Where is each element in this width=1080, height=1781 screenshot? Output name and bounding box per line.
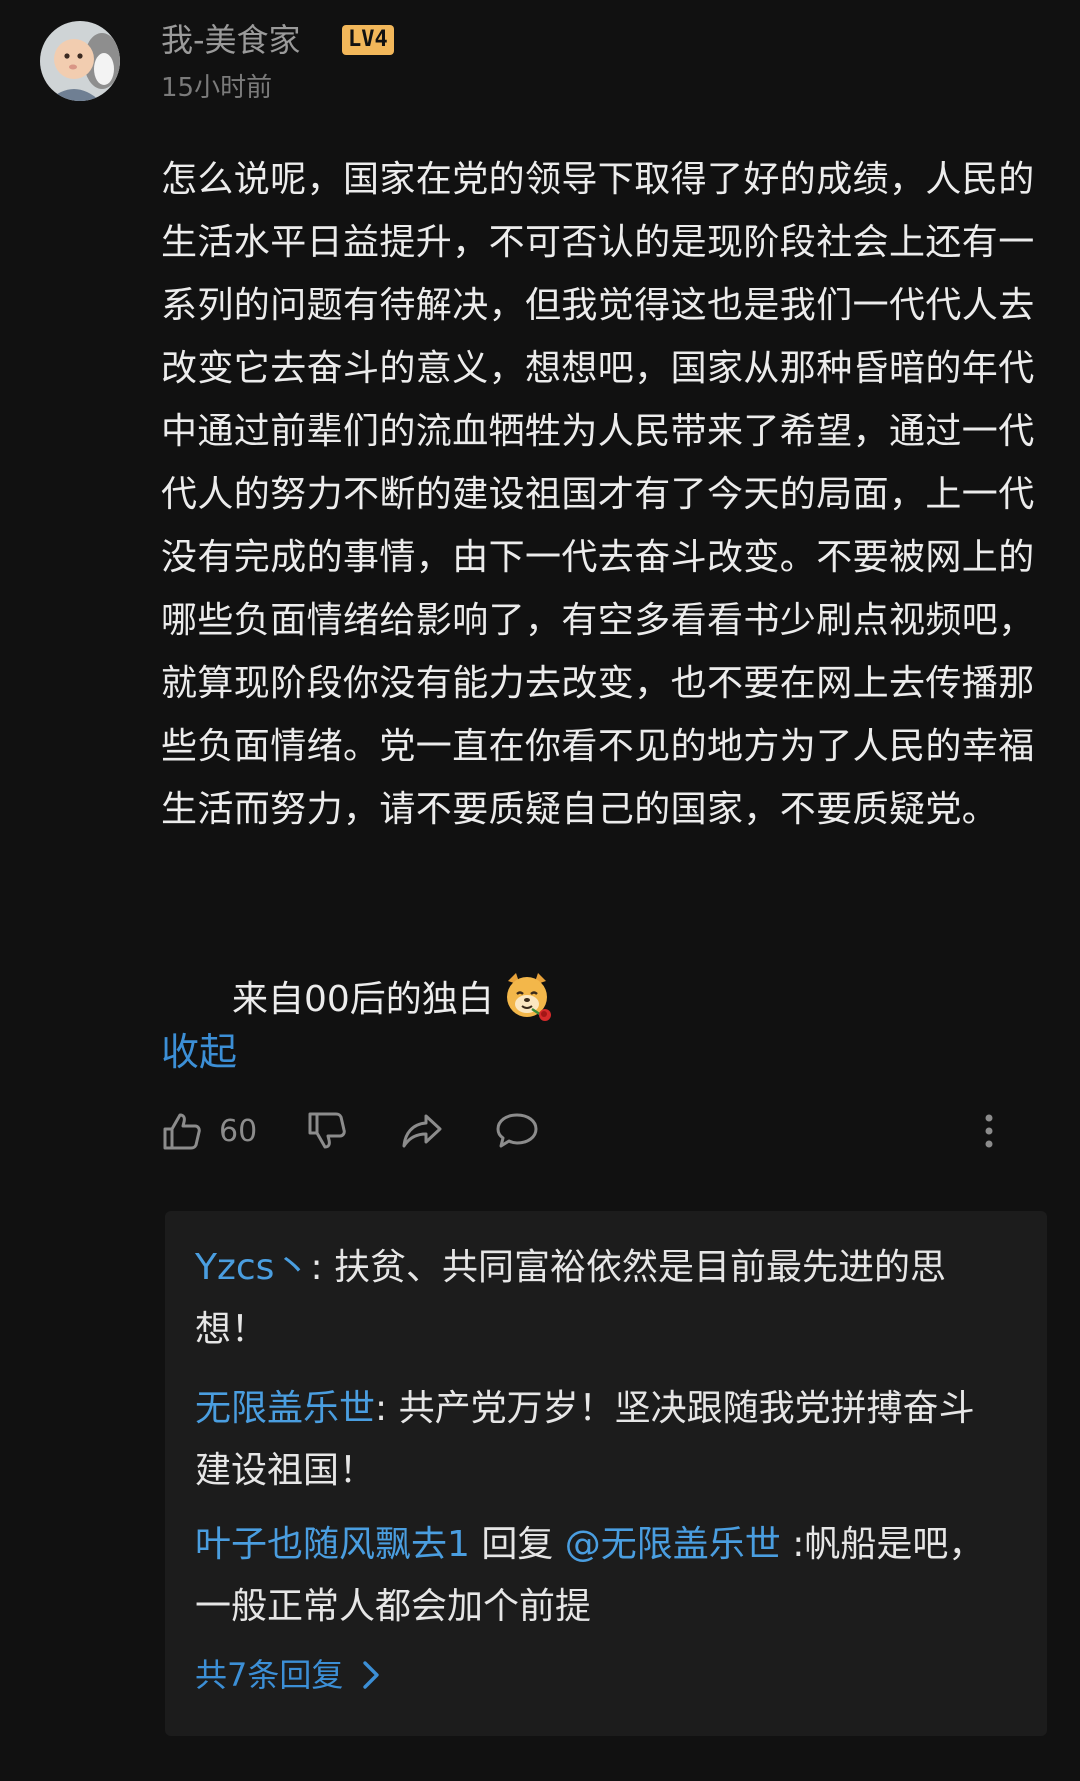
reply-button[interactable] bbox=[495, 1106, 539, 1156]
avatar[interactable] bbox=[40, 21, 120, 101]
avatar-baby-icon bbox=[40, 21, 120, 101]
speech-bubble-icon bbox=[496, 1113, 538, 1148]
reply-item[interactable]: 无限盖乐世: 共产党万岁！坚决跟随我党拼搏奋斗建设祖国！ bbox=[195, 1378, 985, 1502]
thumbs-down-icon bbox=[308, 1112, 346, 1149]
dog-with-rose-emoji-icon bbox=[500, 969, 554, 1023]
reply-separator: : bbox=[780, 1524, 805, 1565]
chevron-right-icon bbox=[363, 1661, 380, 1689]
view-all-replies-link[interactable]: 共7条回复 bbox=[195, 1655, 381, 1695]
reply-separator: : bbox=[375, 1388, 388, 1429]
reply-item[interactable]: 叶子也随风飘去1 回复 @无限盖乐世 :帆船是吧，一般正常人都会加个前提 bbox=[195, 1514, 985, 1638]
vertical-dots-icon bbox=[985, 1114, 993, 1148]
reply-author[interactable]: 叶子也随风飘去1 bbox=[195, 1524, 470, 1565]
reply-separator: : bbox=[310, 1247, 323, 1288]
thumbs-up-icon bbox=[163, 1113, 201, 1150]
share-arrow-icon bbox=[402, 1114, 442, 1148]
more-replies-label: 共7条回复 bbox=[195, 1656, 344, 1694]
reply-mention[interactable]: @无限盖乐世 bbox=[565, 1524, 781, 1565]
more-options-button[interactable] bbox=[981, 1106, 997, 1156]
reply-author[interactable]: Yzcs丶 bbox=[195, 1247, 310, 1288]
signature-text: 来自00后的独白 bbox=[232, 979, 494, 1020]
dislike-button[interactable] bbox=[306, 1106, 348, 1156]
like-count: 60 bbox=[219, 1113, 258, 1149]
comment-body: 怎么说呢，国家在党的领导下取得了好的成绩，人民的生活水平日益提升，不可否认的是现… bbox=[161, 159, 1035, 830]
reply-item[interactable]: Yzcs丶: 扶贫、共同富裕依然是目前最先进的思想！ bbox=[195, 1237, 985, 1361]
comment-action-bar: 60 bbox=[161, 1106, 1011, 1156]
comment-author[interactable]: 我-美食家 bbox=[161, 20, 301, 60]
share-button[interactable] bbox=[400, 1106, 444, 1156]
collapse-link[interactable]: 收起 bbox=[161, 1028, 237, 1076]
reply-word: 回复 bbox=[469, 1524, 565, 1565]
level-badge: LV4 bbox=[342, 25, 394, 55]
like-button[interactable]: 60 bbox=[161, 1106, 257, 1156]
reply-author[interactable]: 无限盖乐世 bbox=[195, 1388, 375, 1429]
comment-signature: 来自00后的独白 bbox=[232, 968, 554, 1031]
comment-timestamp: 15小时前 bbox=[161, 73, 273, 103]
